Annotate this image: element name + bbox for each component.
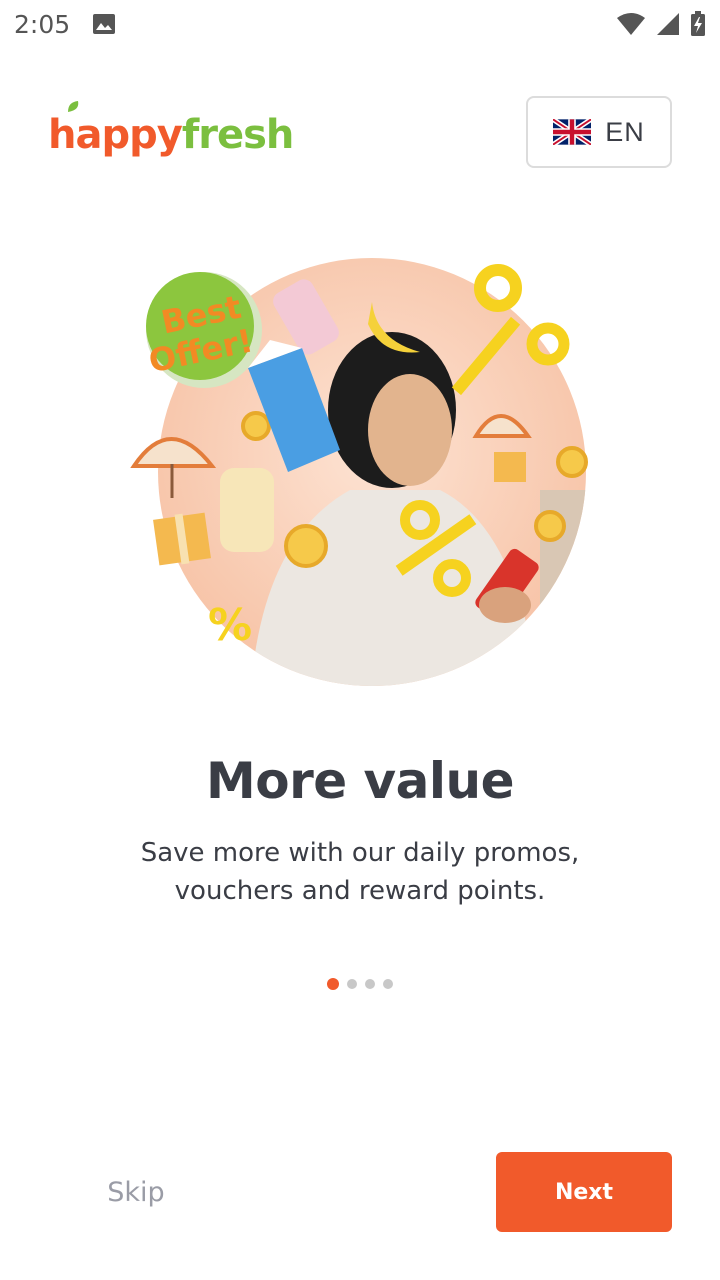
onboarding-screen: 2:05 happyfresh EN % Best Offer! More va… — [0, 0, 720, 1280]
onboarding-title: More value — [205, 752, 515, 810]
status-bar: 2:05 — [0, 0, 720, 48]
coin — [284, 524, 328, 568]
happyfresh-logo: happyfresh — [48, 101, 295, 158]
logo-fresh: fresh — [181, 112, 295, 158]
woman-face — [368, 374, 452, 486]
pagination-dot-active — [327, 978, 339, 990]
header: happyfresh EN — [48, 96, 672, 168]
leaf-icon — [68, 101, 79, 112]
coin — [556, 446, 588, 478]
best-offer-badge: Best Offer! — [145, 272, 262, 388]
gallery-icon — [93, 14, 116, 34]
language-selector-button[interactable]: EN — [526, 96, 672, 168]
pagination-dots — [0, 978, 720, 990]
status-icons — [616, 11, 706, 37]
wifi-icon — [617, 13, 645, 35]
onboarding-subtitle: Save more with our daily promos, voucher… — [140, 838, 580, 906]
gift-box — [494, 452, 526, 482]
coin — [534, 510, 566, 542]
status-time: 2:05 — [14, 9, 71, 39]
pagination-dot — [347, 979, 357, 989]
pagination-dot — [383, 979, 393, 989]
woman-hand — [479, 587, 531, 623]
cell-signal-icon — [657, 13, 679, 35]
uk-flag-icon — [553, 119, 592, 145]
coin-ring — [474, 264, 522, 312]
percent-sign: % — [208, 600, 252, 651]
logo-happy: happy — [48, 112, 183, 158]
coin-ring — [526, 322, 570, 366]
coin — [241, 411, 271, 441]
pagination-dot — [365, 979, 375, 989]
onboarding-illustration: % Best Offer! — [130, 258, 588, 686]
battery-icon — [691, 11, 705, 36]
next-button[interactable]: Next — [496, 1152, 672, 1232]
skip-button[interactable]: Skip — [48, 1152, 224, 1232]
bottle — [220, 468, 274, 552]
language-code: EN — [605, 116, 645, 147]
